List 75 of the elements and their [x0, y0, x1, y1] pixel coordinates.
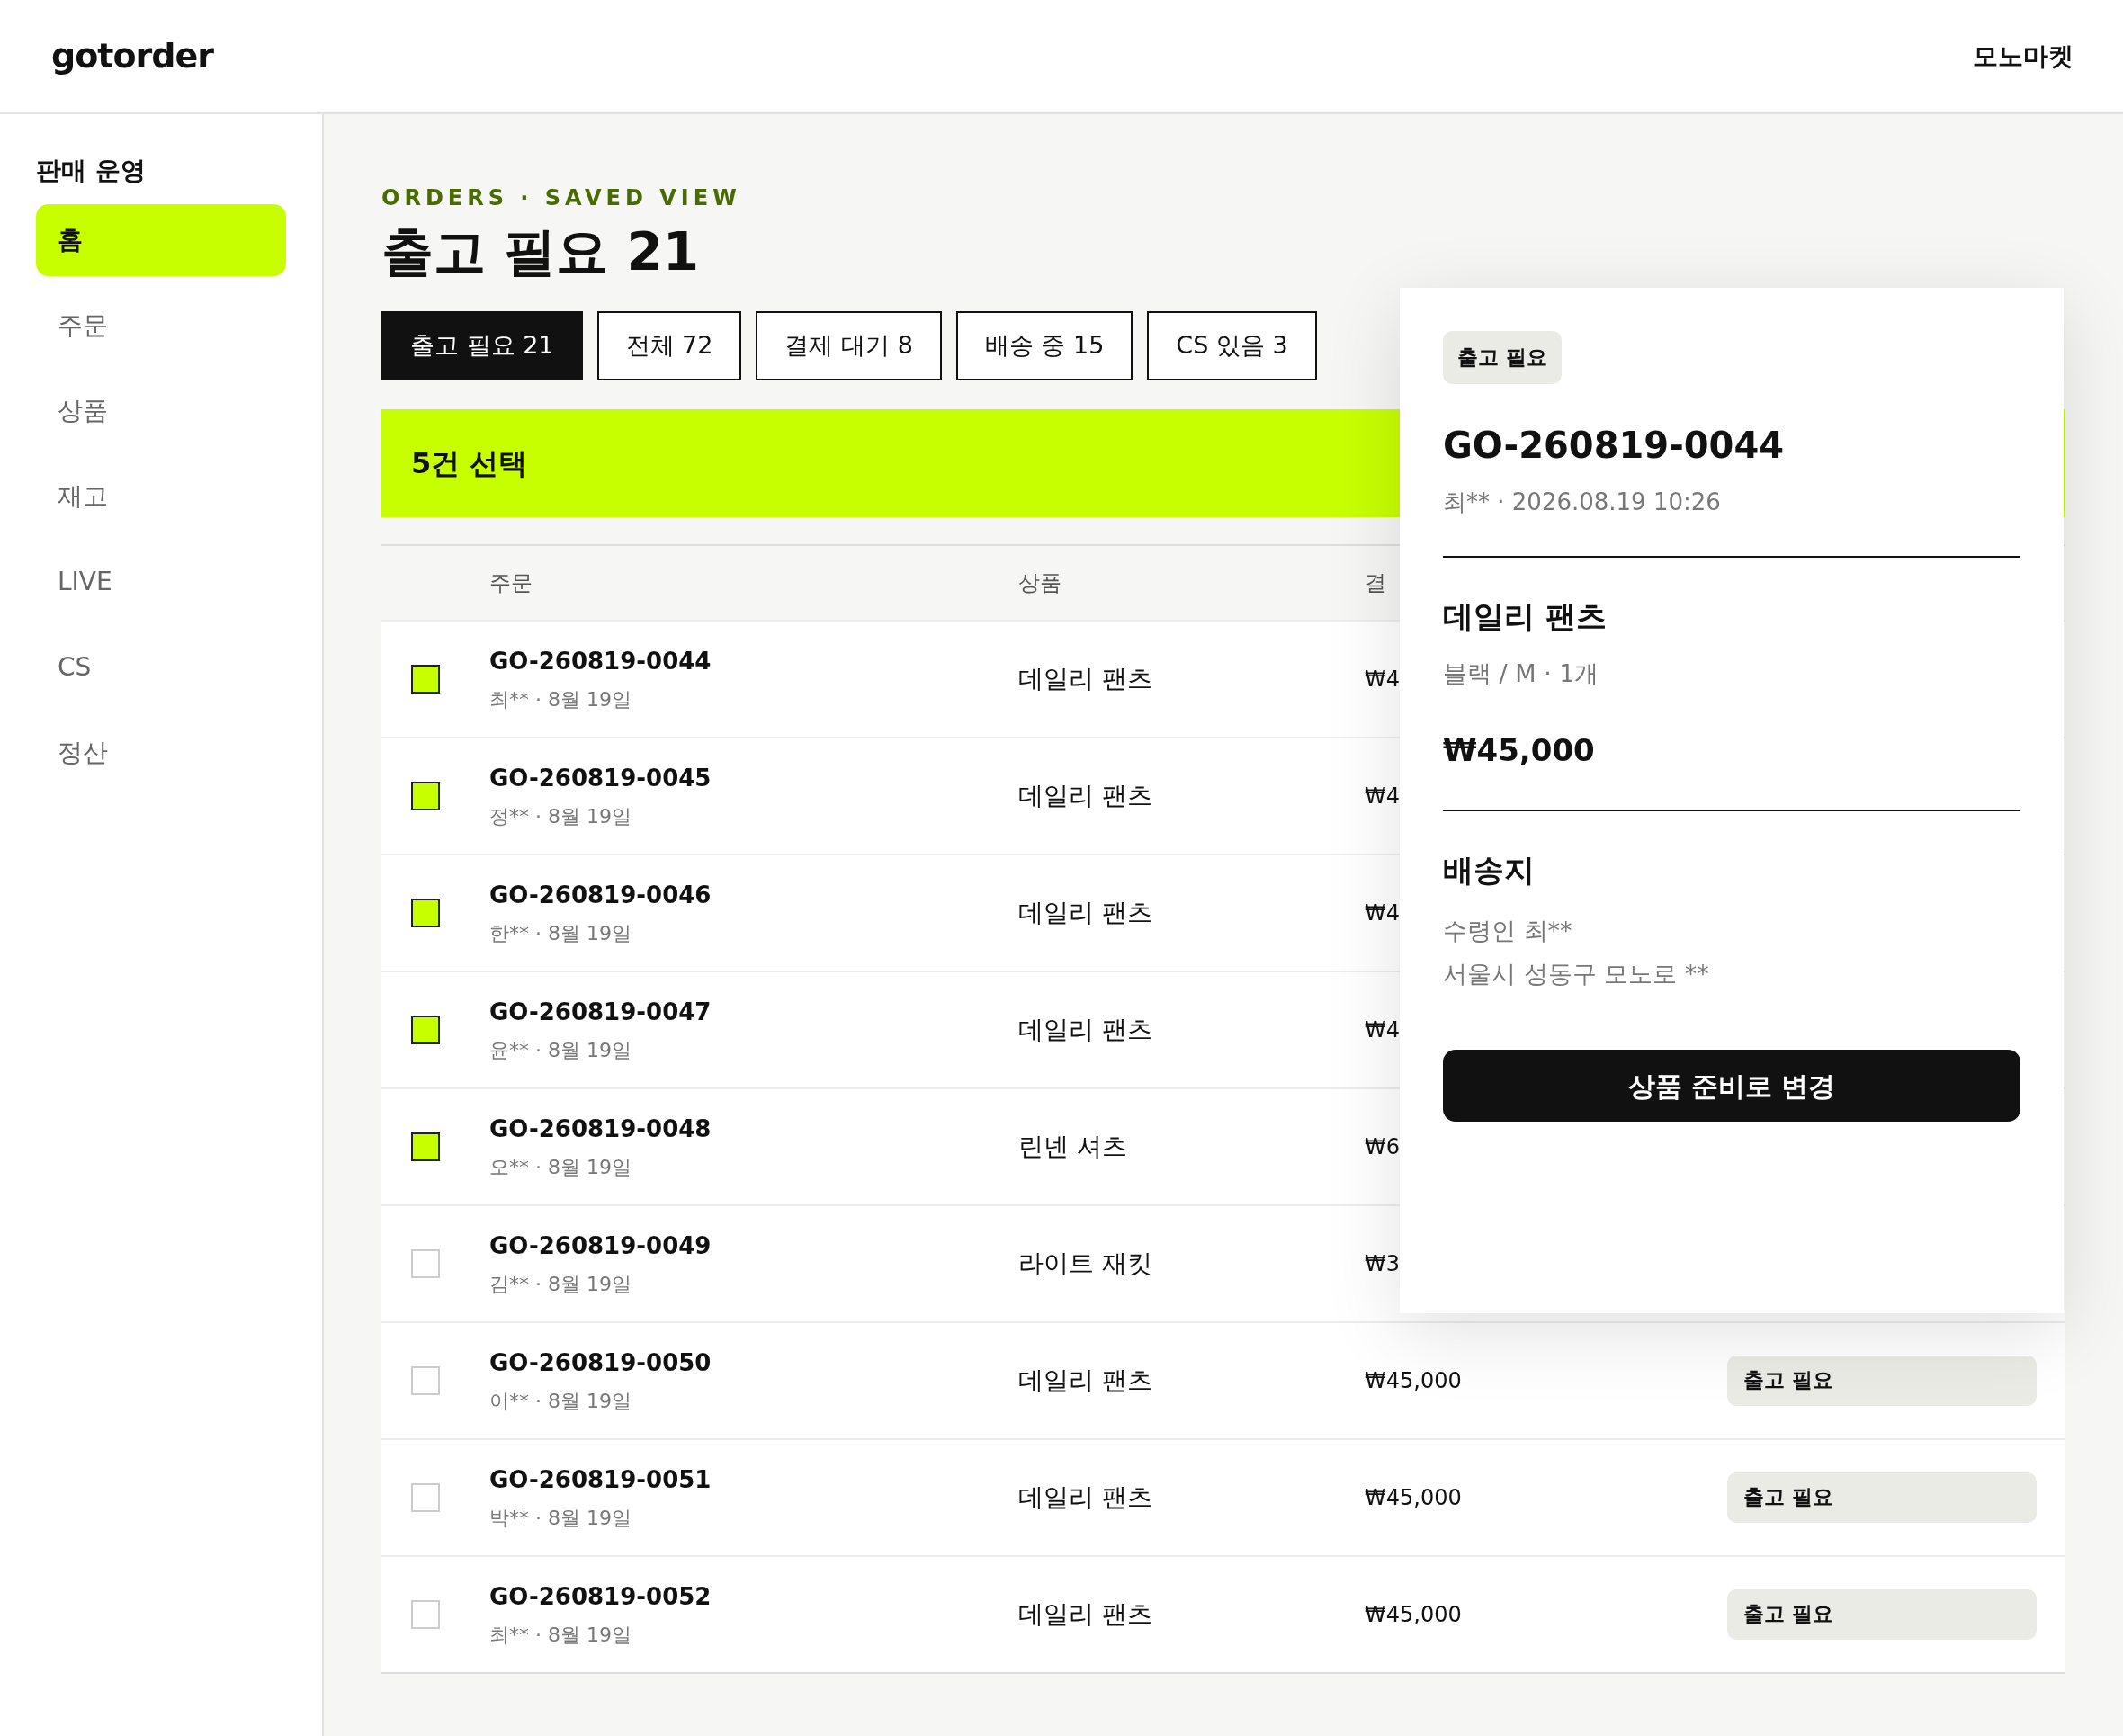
order-number[interactable]: GO-260819-0046: [489, 877, 1018, 913]
column-header: 상품: [1018, 569, 1062, 595]
order-number[interactable]: GO-260819-0052: [489, 1579, 1018, 1615]
order-number[interactable]: GO-260819-0045: [489, 760, 1018, 796]
status-badge: 출고 필요: [1727, 1588, 2037, 1640]
store-name: 모노마켓: [1973, 40, 2074, 73]
column-header: 결: [1365, 569, 1386, 595]
price-text: ₩45,000: [1365, 1367, 1462, 1393]
sidebar-item[interactable]: 정산: [36, 717, 286, 789]
product-name: 린넨 셔츠: [1018, 1131, 1127, 1161]
price-text: ₩4: [1365, 1016, 1400, 1042]
sidebar-item[interactable]: 상품: [36, 375, 286, 447]
order-meta: 오** · 8월 19일: [489, 1154, 632, 1180]
row-checkbox[interactable]: [411, 664, 440, 694]
sidebar-item[interactable]: 주문: [36, 290, 286, 362]
order-meta: 최** · 8월 19일: [489, 1622, 632, 1648]
product-name: 데일리 팬츠: [1018, 897, 1152, 927]
column-header: 주문: [489, 569, 533, 595]
filter-tab[interactable]: 출고 필요 21: [381, 310, 583, 380]
price-text: ₩6: [1365, 1133, 1400, 1159]
order-meta: 윤** · 8월 19일: [489, 1037, 632, 1063]
order-number[interactable]: GO-260819-0044: [489, 643, 1018, 679]
page-title: 출고 필요 21: [381, 221, 701, 284]
product-name: 데일리 팬츠: [1018, 663, 1152, 694]
eyebrow-label: ORDERS · SAVED VIEW: [381, 184, 742, 212]
product-name: 데일리 팬츠: [1443, 596, 1608, 636]
price-text: ₩45,000: [1443, 731, 1596, 770]
filter-tab[interactable]: 배송 중 15: [955, 310, 1133, 380]
sidebar-heading: 판매 운영: [36, 155, 147, 187]
order-number[interactable]: GO-260819-0050: [489, 1345, 1018, 1381]
sidebar-item[interactable]: 홈: [36, 204, 286, 276]
row-checkbox[interactable]: [411, 1015, 440, 1044]
row-checkbox[interactable]: [411, 898, 440, 927]
sidebar-item[interactable]: 재고: [36, 461, 286, 532]
price-text: ₩3: [1365, 1250, 1400, 1276]
status-badge: 출고 필요: [1443, 331, 1562, 384]
price-text: ₩4: [1365, 899, 1400, 926]
order-meta: 정** · 8월 19일: [489, 803, 632, 829]
order-number: GO-260819-0044: [1443, 423, 1786, 468]
filter-tab[interactable]: CS 있음 3: [1147, 310, 1317, 380]
order-meta: 한** · 8월 19일: [489, 920, 632, 946]
filter-tab[interactable]: 전체 72: [596, 310, 742, 380]
price-text: ₩45,000: [1365, 1484, 1462, 1510]
order-meta: 김** · 8월 19일: [489, 1271, 632, 1297]
price-text: ₩45,000: [1365, 1601, 1462, 1627]
change-status-button[interactable]: 상품 준비로 변경: [1443, 1050, 2020, 1122]
product-name: 데일리 팬츠: [1018, 1598, 1152, 1629]
order-number[interactable]: GO-260819-0047: [489, 994, 1018, 1030]
product-name: 데일리 팬츠: [1018, 1014, 1152, 1044]
product-name: 데일리 팬츠: [1018, 1365, 1152, 1395]
price-text: ₩4: [1365, 783, 1400, 809]
product-name: 라이트 재킷: [1018, 1248, 1152, 1278]
order-number[interactable]: GO-260819-0049: [489, 1228, 1018, 1264]
order-meta: 최** · 8월 19일: [489, 686, 632, 712]
recipient-text: 수령인 최**: [1443, 916, 1573, 946]
status-badge: 출고 필요: [1727, 1472, 2037, 1523]
order-number[interactable]: GO-260819-0051: [489, 1462, 1018, 1498]
order-meta: 박** · 8월 19일: [489, 1505, 632, 1531]
product-name: 데일리 팬츠: [1018, 780, 1152, 810]
row-checkbox[interactable]: [411, 1132, 440, 1161]
order-number[interactable]: GO-260819-0048: [489, 1111, 1018, 1147]
selection-count: 5건 선택: [411, 444, 528, 482]
price-text: ₩4: [1365, 666, 1400, 692]
product-name: 데일리 팬츠: [1018, 1481, 1152, 1512]
order-meta: 최** · 2026.08.19 10:26: [1443, 487, 1722, 517]
order-meta: 이** · 8월 19일: [489, 1388, 632, 1414]
logo[interactable]: gotorder: [51, 31, 214, 82]
row-checkbox[interactable]: [411, 781, 440, 810]
sidebar-item[interactable]: CS: [36, 631, 286, 703]
sidebar-item[interactable]: LIVE: [36, 546, 286, 618]
filter-tab[interactable]: 결제 대기 8: [756, 310, 942, 380]
address-text: 서울시 성동구 모노로 **: [1443, 959, 1710, 989]
section-heading: 배송지: [1443, 851, 1536, 890]
product-options: 블랙 / M · 1개: [1443, 655, 2020, 692]
status-badge: 출고 필요: [1727, 1355, 2037, 1406]
